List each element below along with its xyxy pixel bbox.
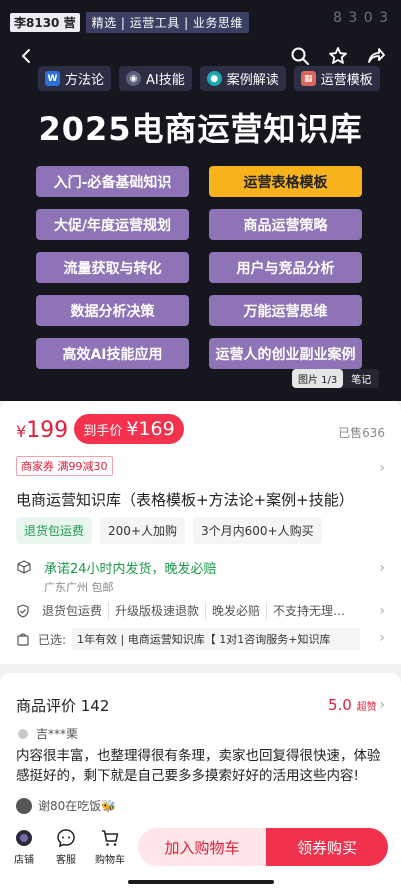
selected-value: 1年有效 | 电商运营知识库【 1对1咨询服务+知识库 [72, 628, 361, 650]
category-case-study: ● 案例解读 [199, 66, 286, 91]
topic-pill: 大促/年度运营规划 [36, 209, 189, 240]
topic-pill: 用户与竞品分析 [209, 252, 362, 283]
review-score[interactable]: 5.0 超赞 [328, 696, 377, 714]
hero-watermark-text: 8 3 0 3 [333, 10, 389, 26]
shipping-promise[interactable]: 承诺24小时内发货，晚发必赔 [44, 558, 217, 577]
product-tag: 退货包运费 [16, 517, 93, 544]
chevron-right-icon[interactable]: › [379, 560, 385, 576]
shield-check-icon [17, 603, 29, 618]
product-tag: 200+人加购 [100, 517, 185, 544]
selected-label: 已选: [38, 632, 67, 647]
category-label: 方法论 [65, 73, 105, 88]
original-price: ¥199 [16, 418, 69, 443]
home-indicator[interactable] [128, 880, 274, 884]
cart-icon [102, 830, 119, 846]
category-label: AI技能 [146, 73, 185, 88]
hero-brand: 李8130 营 [10, 13, 80, 32]
chat-icon [57, 829, 75, 848]
customer-service-button[interactable]: 客服 [46, 828, 86, 866]
coupon-price-label: 到手价 [83, 423, 123, 439]
image-counter-value: 图片 1/3 [292, 369, 344, 388]
store-button[interactable]: 店铺 [4, 828, 44, 866]
avatar [16, 797, 32, 814]
coupon-price-value: ¥169 [126, 418, 175, 440]
star-icon [329, 47, 347, 64]
product-tag: 3个月内600+人购买 [192, 517, 322, 544]
service-item: 不支持无理… [273, 604, 346, 618]
chevron-right-icon[interactable]: › [379, 697, 385, 713]
category-templates: ▦ 运营模板 [293, 66, 380, 91]
service-item: 晚发必赔 [206, 602, 268, 619]
coupon-price-badge[interactable]: 到手价 ¥169 [74, 414, 184, 444]
product-tags: 退货包运费 200+人加购 3个月内600+人购买 [16, 517, 322, 544]
table-icon: ▦ [300, 71, 316, 86]
product-image-carousel[interactable]: 李8130 营 精选 | 运营工具 | 业务思维 8 3 0 3 W 方法论 ◉… [0, 0, 401, 401]
share-icon [368, 48, 385, 63]
bag-icon [17, 633, 29, 646]
shipping-origin: 广东广州 包邮 [44, 581, 114, 594]
product-title: 电商运营知识库（表格模板+方法论+案例+技能） [16, 491, 354, 509]
store-coupon-tag[interactable]: 商家券 满99减30 [16, 456, 113, 476]
review-text[interactable]: 内容很丰富，也整理得很有条理，卖家也回复得很快速，体验感挺好的，剩下就是自己要多… [16, 746, 388, 786]
chevron-left-icon [21, 49, 30, 63]
topic-pill: 高效AI技能应用 [36, 338, 189, 369]
notes-tab[interactable]: 笔记 [343, 369, 379, 388]
chart-icon: ● [206, 71, 222, 86]
reviewer-name: 吉***栗 [36, 727, 79, 741]
image-counter[interactable]: 图片 1/3 笔记 [292, 369, 380, 388]
sold-count: 已售636 [338, 426, 385, 440]
category-label: 案例解读 [226, 73, 279, 88]
chevron-right-icon[interactable]: › [379, 603, 385, 619]
cart-button[interactable]: 购物车 [90, 828, 130, 866]
topic-pill-highlight: 运营表格模板 [209, 166, 362, 197]
avatar [18, 728, 28, 739]
topic-pill: 商品运营策略 [209, 209, 362, 240]
sub-reviewer: 谢80在吃饭🐝 [16, 797, 116, 814]
hero-banner: 李8130 营 精选 | 运营工具 | 业务思维 [10, 12, 249, 33]
topic-pill: 万能运营思维 [209, 295, 362, 326]
service-item: 升级版极速退款 [109, 602, 207, 619]
search-icon [291, 47, 309, 65]
reviews-title[interactable]: 商品评价 142 [16, 695, 109, 716]
service-item: 退货包运费 [36, 602, 110, 619]
buy-with-coupon-button[interactable]: 领券购买 [266, 828, 388, 866]
package-icon [17, 560, 31, 574]
topic-grid: 入门-必备基础知识 运营表格模板 大促/年度运营规划 商品运营策略 流量获取与转… [36, 166, 362, 369]
topic-pill: 运营人的创业副业案例 [209, 338, 362, 369]
add-to-cart-button[interactable]: 加入购物车 [138, 828, 266, 866]
topic-pill: 入门-必备基础知识 [36, 166, 189, 197]
sub-reviewer-name: 谢80在吃饭🐝 [38, 799, 117, 813]
robot-icon: ◉ [126, 71, 142, 86]
category-ai-skills: ◉ AI技能 [119, 66, 192, 91]
document-icon: W [45, 71, 60, 86]
hero-tagline: 精选 | 运营工具 | 业务思维 [85, 12, 249, 33]
topic-pill: 流量获取与转化 [36, 252, 189, 283]
selected-variant[interactable]: 已选: 1年有效 | 电商运营知识库【 1对1咨询服务+知识库 [16, 628, 386, 650]
hero-category-row: W 方法论 ◉ AI技能 ● 案例解读 ▦ 运营模板 [38, 66, 380, 91]
topic-pill: 数据分析决策 [36, 295, 189, 326]
store-icon [16, 830, 32, 846]
chevron-right-icon[interactable]: › [379, 460, 385, 476]
reviewer: 吉***栗 [18, 725, 78, 742]
chevron-right-icon[interactable]: › [379, 630, 385, 646]
hero-title: 2025电商运营知识库 [38, 110, 363, 148]
service-guarantees[interactable]: 退货包运费 升级版极速退款 晚发必赔 不支持无理… [16, 602, 386, 619]
category-label: 运营模板 [320, 73, 373, 88]
category-methodology: W 方法论 [38, 66, 112, 91]
back-button[interactable] [12, 42, 40, 70]
